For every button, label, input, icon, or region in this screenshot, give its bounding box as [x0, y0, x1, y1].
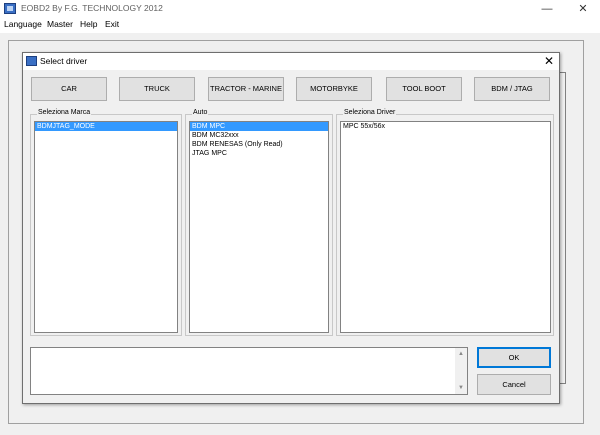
truck-button[interactable]: TRUCK — [119, 77, 195, 101]
log-textarea[interactable]: ▲ ▼ — [30, 347, 468, 395]
dialog-icon — [26, 56, 37, 66]
auto-list-item[interactable]: BDM RENESAS (Only Read) — [190, 140, 328, 149]
bdm-jtag-button[interactable]: BDM / JTAG — [474, 77, 550, 101]
tractor-marine-button[interactable]: TRACTOR - MARINE — [208, 77, 284, 101]
brand-groupbox: Seleziona Marca BDMJTAG_MODE — [30, 109, 182, 336]
select-driver-dialog: Select driver ✕ CAR TRUCK TRACTOR - MARI… — [22, 52, 560, 404]
brand-list-item[interactable]: BDMJTAG_MODE — [35, 122, 177, 131]
auto-list-item[interactable]: JTAG MPC — [190, 149, 328, 158]
auto-group-label: Auto — [192, 109, 209, 116]
dialog-close-button[interactable]: ✕ — [544, 53, 554, 70]
menu-help[interactable]: Help — [80, 19, 97, 29]
close-window-button[interactable]: ✕ — [568, 0, 598, 18]
motorbyke-button[interactable]: MOTORBYKE — [296, 77, 372, 101]
dialog-titlebar: Select driver ✕ — [23, 53, 559, 70]
driver-list-item[interactable]: MPC 55x/56x — [341, 122, 550, 131]
driver-groupbox: Seleziona Driver MPC 55x/56x — [336, 109, 554, 336]
app-title: EOBD2 By F.G. TECHNOLOGY 2012 — [21, 3, 163, 13]
menu-exit[interactable]: Exit — [105, 19, 119, 29]
menu-bar: Language Master Help Exit — [0, 18, 600, 33]
driver-listbox[interactable]: MPC 55x/56x — [340, 121, 551, 333]
minimize-button[interactable]: — — [532, 0, 562, 18]
app-icon — [4, 3, 16, 14]
menu-language[interactable]: Language — [4, 19, 42, 29]
scroll-down-icon[interactable]: ▼ — [455, 382, 467, 394]
log-scrollbar[interactable]: ▲ ▼ — [455, 348, 467, 394]
brand-listbox[interactable]: BDMJTAG_MODE — [34, 121, 178, 333]
dialog-title: Select driver — [40, 56, 88, 66]
app-titlebar: EOBD2 By F.G. TECHNOLOGY 2012 — ✕ — [0, 0, 600, 18]
auto-list-item[interactable]: BDM MC32xxx — [190, 131, 328, 140]
auto-groupbox: Auto BDM MPC BDM MC32xxx BDM RENESAS (On… — [185, 109, 333, 336]
auto-listbox[interactable]: BDM MPC BDM MC32xxx BDM RENESAS (Only Re… — [189, 121, 329, 333]
driver-group-label: Seleziona Driver — [343, 109, 397, 116]
auto-list-item[interactable]: BDM MPC — [190, 122, 328, 131]
scroll-up-icon[interactable]: ▲ — [455, 348, 467, 360]
ok-button[interactable]: OK — [477, 347, 551, 368]
tool-boot-button[interactable]: TOOL BOOT — [386, 77, 462, 101]
menu-master[interactable]: Master — [47, 19, 73, 29]
brand-group-label: Seleziona Marca — [37, 109, 92, 116]
car-button[interactable]: CAR — [31, 77, 107, 101]
cancel-button[interactable]: Cancel — [477, 374, 551, 395]
